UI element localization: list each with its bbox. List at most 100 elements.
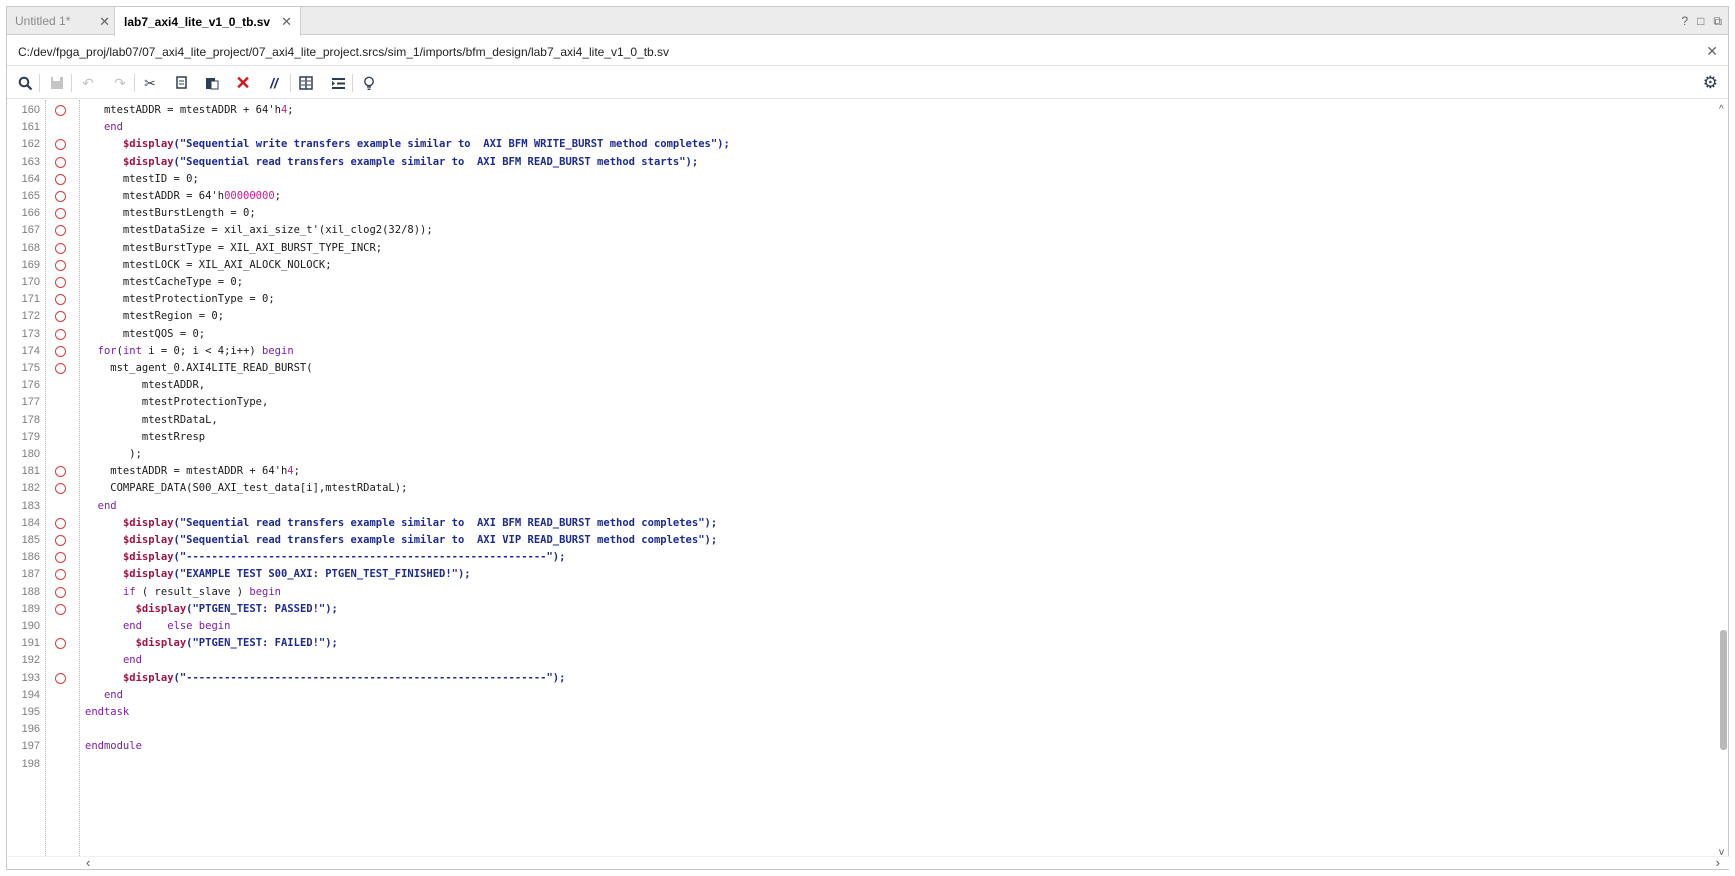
code-line[interactable]: 187 $display("EXAMPLE TEST S00_AXI: PTGE… [7,566,1721,583]
code-line[interactable]: 181 mtestADDR = mtestADDR + 64'h4; [7,463,1721,480]
line-number: 181 [21,465,40,478]
code-line[interactable]: 170 mtestCacheType = 0; [7,274,1721,291]
breakpoint-icon[interactable] [55,156,66,168]
code-line[interactable]: 180 ); [7,446,1721,463]
code-line[interactable]: 173 mtestQOS = 0; [7,326,1721,343]
breakpoint-icon[interactable] [55,466,66,478]
close-icon[interactable]: ✕ [99,14,110,30]
breakpoint-icon[interactable] [55,139,66,151]
code-line[interactable]: 190 end else begin [7,618,1721,635]
code-line[interactable]: 164 mtestID = 0; [7,171,1721,188]
code-line[interactable]: 179 mtestRresp [7,429,1721,446]
comment-icon[interactable]: // [265,74,283,92]
code-line[interactable]: 194 end [7,687,1721,704]
code-editor[interactable]: 160 mtestADDR = mtestADDR + 64'h4; 161 en… [7,100,1721,858]
breakpoint-icon[interactable] [55,242,66,254]
scroll-left-icon[interactable]: ‹ [86,855,90,870]
code-line[interactable]: 184 $display("Sequential read transfers … [7,515,1721,532]
line-number: 160 [21,104,40,116]
breakpoint-icon[interactable] [55,105,66,116]
cut-icon[interactable]: ✂ [141,74,159,92]
code-line[interactable]: 162 $display("Sequential write transfers… [7,136,1721,153]
code-line[interactable]: 192 end [7,652,1721,669]
redo-icon[interactable]: ↷ [111,74,129,92]
breakpoint-icon[interactable] [55,328,66,340]
tab-untitled-1[interactable]: Untitled 1* ✕ [7,7,114,35]
code-line[interactable]: 163 $display("Sequential read transfers … [7,154,1721,171]
maximize-icon[interactable]: □ [1697,14,1704,29]
code-line[interactable]: 160 mtestADDR = mtestADDR + 64'h4; [7,102,1721,119]
indent-icon[interactable] [329,74,347,92]
delete-icon[interactable]: ✕ [234,73,252,93]
breakpoint-icon[interactable] [55,517,66,529]
code-line[interactable]: 175 mst_agent_0.AXI4LITE_READ_BURST( [7,360,1721,377]
code-line[interactable]: 172 mtestRegion = 0; [7,308,1721,325]
breakpoint-icon[interactable] [55,535,66,546]
code-line[interactable]: 174 for(int i = 0; i < 4;i++) begin [7,343,1721,360]
paste-icon[interactable] [203,74,221,92]
code-line[interactable]: 182 COMPARE_DATA(S00_AXI_test_data[i],mt… [7,480,1721,497]
code-line[interactable]: 171 mtestProtectionType = 0; [7,291,1721,308]
code-line[interactable]: 178 mtestRDataL, [7,412,1721,429]
code-line[interactable]: 185 $display("Sequential read transfers … [7,532,1721,549]
breakpoint-icon[interactable] [55,603,66,615]
scroll-right-icon[interactable]: › [1716,855,1720,870]
breakpoint-icon[interactable] [55,277,66,288]
close-icon[interactable]: ✕ [281,14,292,30]
code-line[interactable]: 198 [7,756,1721,773]
code-line[interactable]: 195 endtask [7,704,1721,721]
code-line[interactable]: 169 mtestLOCK = XIL_AXI_ALOCK_NOLOCK; [7,257,1721,274]
help-icon[interactable]: ? [1681,14,1688,29]
code-line[interactable]: 161 end [7,119,1721,136]
code-line[interactable]: 168 mtestBurstType = XIL_AXI_BURST_TYPE_… [7,240,1721,257]
breakpoint-icon[interactable] [55,294,66,306]
breakpoint-icon[interactable] [55,191,66,202]
scrollbar-thumb[interactable] [1720,630,1727,750]
code-line[interactable]: 186 $display("--------------------------… [7,549,1721,566]
code-line[interactable]: 193 $display("--------------------------… [7,670,1721,687]
breakpoint-icon[interactable] [55,483,66,495]
code-text: end else begin [122,620,231,632]
search-icon[interactable] [16,74,34,92]
breakpoint-icon[interactable] [55,569,66,581]
code-line[interactable]: 191 $display("PTGEN_TEST: FAILED!"); [7,635,1721,652]
code-line[interactable]: 165 mtestADDR = 64'h00000000; [7,188,1721,205]
breakpoint-icon[interactable] [55,638,66,650]
scroll-up-icon[interactable]: ^ [1719,104,1724,115]
code-line[interactable]: 188 if ( result_slave ) begin [7,584,1721,601]
breakpoint-icon[interactable] [55,586,66,598]
breakpoint-icon[interactable] [55,552,66,564]
code-line[interactable]: 183 end [7,498,1721,515]
line-number: 187 [21,568,40,581]
code-line[interactable]: 167 mtestDataSize = xil_axi_size_t'(xil_… [7,222,1721,239]
breakpoint-icon[interactable] [55,173,66,185]
code-text: $display("PTGEN_TEST: FAILED!"); [135,637,338,650]
breakpoint-icon[interactable] [55,225,66,237]
breakpoint-icon[interactable] [55,672,66,684]
save-icon[interactable] [48,74,66,92]
breakpoint-icon[interactable] [55,345,66,357]
tab-lab7-testbench[interactable]: lab7_axi4_lite_v1_0_tb.sv ✕ [114,7,301,36]
breakpoint-icon[interactable] [55,363,66,374]
tab-bar: Untitled 1* ✕ lab7_axi4_lite_v1_0_tb.sv … [7,7,1728,36]
split-view-icon[interactable] [297,74,315,92]
code-line[interactable]: 197 endmodule [7,738,1721,755]
breakpoint-icon[interactable] [55,259,66,271]
breakpoint-icon[interactable] [55,208,66,220]
code-line[interactable]: 177 mtestProtectionType, [7,394,1721,411]
vertical-scrollbar[interactable]: ^ v [1719,100,1728,858]
horizontal-scrollbar[interactable]: ‹ › [7,855,1730,870]
gear-icon[interactable]: ⚙ [1703,73,1718,93]
close-icon[interactable]: ✕ [1706,43,1718,60]
line-number: 161 [21,121,40,134]
code-text: mtestDataSize = xil_axi_size_t'(xil_clog… [85,224,433,237]
code-line[interactable]: 196 [7,721,1721,738]
float-icon[interactable]: ⧉ [1713,14,1722,29]
code-line[interactable]: 166 mtestBurstLength = 0; [7,205,1721,222]
code-line[interactable]: 189 $display("PTGEN_TEST: PASSED!"); [7,601,1721,618]
breakpoint-icon[interactable] [55,311,66,323]
code-line[interactable]: 176 mtestADDR, [7,377,1721,394]
undo-icon[interactable]: ↶ [79,74,97,92]
copy-icon[interactable] [173,74,191,92]
lightbulb-icon[interactable] [360,74,378,92]
